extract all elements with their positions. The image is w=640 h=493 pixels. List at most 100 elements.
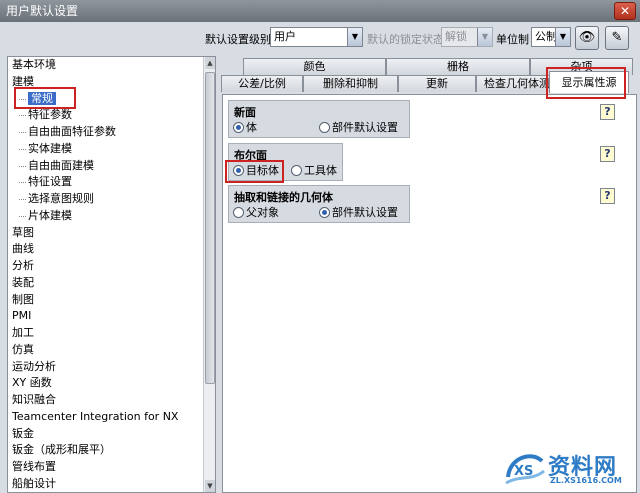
radio-on-icon (319, 207, 330, 218)
user-defaults-dialog: 用户默认设置 ✕ 默认设置级别 用户 ▼ 默认的锁定状态 解锁 ▼ 单位制 公制… (0, 0, 640, 493)
tree-item-label: 草图 (12, 225, 34, 239)
radio-target-body[interactable]: 目标体 (233, 164, 279, 178)
radio-on-icon (233, 122, 244, 133)
new-face-title: 新面 (234, 106, 256, 119)
tab-grid[interactable]: 栅格 (386, 58, 530, 75)
chevron-down-icon: ▼ (477, 28, 492, 46)
help-icon[interactable]: ? (600, 104, 615, 120)
default-level-label: 默认设置级别 (205, 33, 271, 46)
category-tree: 基本环境建模常规特征参数 自由曲面特征参数实体建模 自由曲面建模特征设置 选择意图规则… (8, 57, 204, 492)
eye-button[interactable]: 👁 (575, 26, 599, 50)
unit-combo[interactable]: 公制 ▼ (531, 27, 571, 47)
tree-item[interactable]: 管线布置 (8, 459, 204, 476)
help-icon[interactable]: ? (600, 188, 615, 204)
tree-item-label: 基本环境 (12, 58, 56, 71)
tree-item-label: 加工 (12, 326, 34, 339)
radio-off-icon (319, 122, 330, 133)
default-level-value: 用户 (274, 30, 296, 43)
scroll-up-icon[interactable]: ▲ (205, 57, 215, 69)
radio-off-icon (291, 165, 302, 176)
tree-item[interactable]: 自由曲面特征参数 (8, 124, 204, 141)
default-level-combo[interactable]: 用户 ▼ (270, 27, 363, 47)
tree-item-label: 钣金 (12, 426, 34, 440)
site-watermark: XS 资料网 ZL.XS1616.COM (500, 447, 640, 493)
tab-delete-suppress[interactable]: 删除和抑制 (303, 75, 398, 92)
extract-geometry-group: 抽取和链接的几何体 父对象 部件默认设置 (228, 185, 410, 223)
window-title: 用户默认设置 (6, 4, 79, 18)
tree-item[interactable]: 选择意图规则 (8, 191, 204, 208)
tree-item[interactable]: 片体建模 (8, 208, 204, 225)
scroll-down-icon[interactable]: ▼ (205, 480, 215, 492)
radio-off-icon (233, 207, 244, 218)
tree-item[interactable]: 实体建模 (8, 141, 204, 158)
category-tree-panel: 基本环境建模常规特征参数 自由曲面特征参数实体建模 自由曲面建模特征设置 选择意图规则… (7, 56, 216, 493)
tree-item[interactable]: 自由曲面建模 (8, 158, 204, 175)
svg-text:XS: XS (514, 464, 533, 479)
radio-body[interactable]: 体 (233, 121, 257, 135)
tab-color[interactable]: 颜色 (243, 58, 386, 75)
close-button[interactable]: ✕ (614, 2, 636, 20)
tree-item-label: 钣金（成形和展平） (12, 443, 111, 457)
settings-panel: 颜色 栅格 杂项 公差/比例 删除和抑制 更新 检查几何体测试 显示属性源 新面… (219, 56, 637, 493)
tab-tolerance[interactable]: 公差/比例 (221, 75, 303, 92)
toolbar: 默认设置级别 用户 ▼ 默认的锁定状态 解锁 ▼ 单位制 公制 ▼ 👁 ✎ (0, 22, 640, 56)
tree-item-label: 曲线 (12, 242, 34, 256)
tree-item[interactable]: 仿真 (8, 342, 204, 359)
help-icon[interactable]: ? (600, 146, 615, 162)
radio-tool-body[interactable]: 工具体 (291, 164, 337, 178)
tab-update[interactable]: 更新 (398, 75, 476, 92)
tree-item[interactable]: 建模 (8, 74, 204, 91)
tree-item-label: 装配 (12, 275, 34, 289)
tree-item-label: 自由曲面特征参数 (28, 125, 116, 138)
radio-parent-object[interactable]: 父对象 (233, 206, 279, 220)
lock-state-label: 默认的锁定状态 (367, 33, 444, 46)
tree-item-label: XY 函数 (12, 376, 52, 390)
tree-item-label: 自由曲面建模 (28, 158, 94, 172)
tree-item[interactable]: 特征参数 (8, 107, 204, 124)
tree-item[interactable]: 钣金（成形和展平） (8, 442, 204, 459)
tree-item[interactable]: 曲线 (8, 241, 204, 258)
tree-item[interactable]: 船舶设计 (8, 476, 204, 492)
tree-item[interactable]: 常规 (8, 91, 204, 108)
tree-item[interactable]: 制图 (8, 292, 204, 309)
tree-item-label: 选择意图规则 (28, 192, 94, 205)
tree-item[interactable]: 运动分析 (8, 359, 204, 376)
tree-item[interactable]: 钣金 (8, 426, 204, 443)
lock-state-value: 解锁 (445, 30, 467, 43)
tree-item[interactable]: 分析 (8, 258, 204, 275)
tab-display-attribute-source[interactable]: 显示属性源 (549, 71, 629, 93)
radio-body-label: 体 (246, 121, 257, 134)
tree-item-label: 管线布置 (12, 460, 56, 473)
tree-item-label: 常规 (28, 91, 56, 105)
eye-icon: 👁 (578, 30, 596, 45)
tree-item-label: 建模 (12, 74, 34, 88)
title-bar: 用户默认设置 ✕ (0, 0, 640, 22)
watermark-url: ZL.XS1616.COM (550, 476, 622, 485)
pen-button[interactable]: ✎ (605, 26, 629, 50)
pen-icon: ✎ (611, 30, 623, 45)
boolean-face-title: 布尔面 (234, 149, 267, 162)
tree-item[interactable]: 特征设置 (8, 174, 204, 191)
tree-item-label: 分析 (12, 259, 34, 272)
lock-state-combo: 解锁 ▼ (441, 27, 493, 47)
tree-item-label: 片体建模 (28, 208, 72, 222)
tree-item[interactable]: XY 函数 (8, 375, 204, 392)
tree-item[interactable]: Teamcenter Integration for NX (8, 409, 204, 426)
tree-item[interactable]: 加工 (8, 325, 204, 342)
tree-scrollbar[interactable]: ▲ ▼ (203, 57, 215, 492)
tree-item[interactable]: 基本环境 (8, 57, 204, 74)
scroll-thumb[interactable] (205, 72, 215, 384)
tree-item-label: 仿真 (12, 342, 34, 356)
radio-part-default-2[interactable]: 部件默认设置 (319, 206, 398, 220)
tree-item[interactable]: 装配 (8, 275, 204, 292)
radio-part-default-1[interactable]: 部件默认设置 (319, 121, 398, 135)
tree-item-label: 制图 (12, 292, 34, 306)
tree-item-label: 知识融合 (12, 393, 56, 406)
unit-label: 单位制 (496, 33, 529, 46)
radio-part-default-2-label: 部件默认设置 (332, 206, 398, 219)
tree-item[interactable]: 草图 (8, 225, 204, 242)
radio-tool-body-label: 工具体 (304, 164, 337, 177)
tree-item-label: PMI (12, 309, 32, 323)
tree-item[interactable]: 知识融合 (8, 392, 204, 409)
tree-item[interactable]: PMI (8, 308, 204, 325)
